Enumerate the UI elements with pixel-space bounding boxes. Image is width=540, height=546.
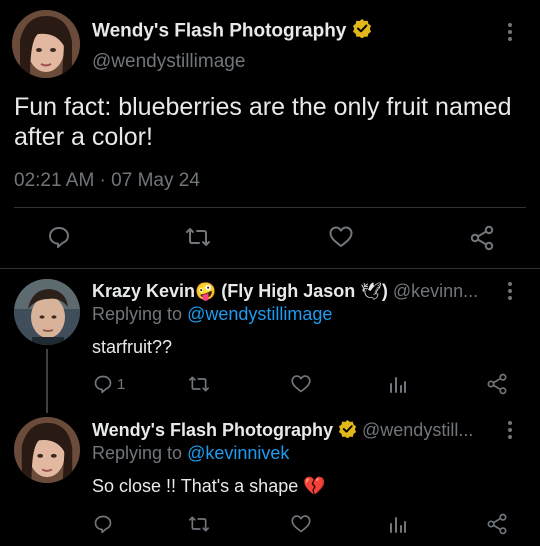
like-icon[interactable] bbox=[290, 514, 312, 534]
reply2-text: So close !! That's a shape bbox=[92, 476, 299, 496]
like-icon[interactable] bbox=[290, 374, 312, 394]
replying-to-handle[interactable]: @wendystillimage bbox=[187, 304, 332, 324]
reply1-replying-to: Replying to @wendystillimage bbox=[92, 303, 332, 325]
reply-icon[interactable] bbox=[47, 225, 71, 249]
broken-heart-emoji: 💔 bbox=[303, 476, 326, 496]
reply1-display-name-mid: (Fly High Jason bbox=[216, 281, 361, 301]
main-handle[interactable]: @wendystillimage bbox=[92, 50, 245, 74]
avatar-kevin[interactable] bbox=[14, 279, 80, 345]
replying-to-label: Replying to bbox=[92, 443, 183, 463]
more-options-icon[interactable] bbox=[506, 22, 514, 46]
main-display-name[interactable]: Wendy's Flash Photography bbox=[92, 21, 346, 42]
verified-badge-icon bbox=[352, 18, 372, 45]
retweet-icon[interactable] bbox=[188, 374, 210, 394]
reply1-display-name-post: ) bbox=[381, 281, 388, 301]
more-options-icon[interactable] bbox=[506, 420, 514, 445]
avatar-wendy[interactable] bbox=[14, 417, 80, 483]
zany-face-emoji: 🤪 bbox=[195, 282, 217, 301]
share-icon[interactable] bbox=[469, 225, 495, 251]
reply-icon bbox=[93, 374, 113, 394]
more-options-icon[interactable] bbox=[506, 281, 514, 306]
reply1-author-row: Krazy Kevin🤪 (Fly High Jason 🕊) @kevinn.… bbox=[92, 280, 478, 303]
reply1-handle[interactable]: @kevinn... bbox=[393, 281, 478, 301]
reply-button[interactable]: 1 bbox=[93, 374, 125, 394]
avatar-wendy[interactable] bbox=[12, 10, 80, 78]
reply-count: 1 bbox=[117, 375, 126, 393]
replying-to-handle[interactable]: @kevinnivek bbox=[187, 443, 289, 463]
reply2-replying-to: Replying to @kevinnivek bbox=[92, 442, 289, 464]
stats-icon[interactable] bbox=[389, 514, 407, 534]
main-timestamp[interactable]: 02:21 AM · 07 May 24 bbox=[14, 169, 200, 193]
reply1-display-name[interactable]: Krazy Kevin bbox=[92, 281, 195, 301]
reply1-text: starfruit?? bbox=[92, 337, 173, 357]
reply-icon[interactable] bbox=[93, 514, 113, 534]
divider bbox=[0, 268, 540, 269]
stats-icon[interactable] bbox=[389, 374, 407, 394]
reply2-text-row: So close !! That's a shape 💔 bbox=[92, 475, 326, 497]
share-icon[interactable] bbox=[486, 513, 508, 535]
verified-badge-icon bbox=[338, 419, 357, 443]
main-tweet-text: Fun fact: blueberries are the only fruit… bbox=[14, 93, 512, 151]
main-author-row: Wendy's Flash Photography bbox=[92, 18, 372, 45]
replying-to-label: Replying to bbox=[92, 304, 183, 324]
like-icon[interactable] bbox=[328, 225, 354, 249]
thread-line bbox=[46, 349, 48, 413]
dove-emoji: 🕊 bbox=[360, 282, 382, 301]
retweet-icon[interactable] bbox=[185, 225, 211, 249]
retweet-icon[interactable] bbox=[188, 514, 210, 534]
share-icon[interactable] bbox=[486, 373, 508, 395]
divider bbox=[14, 207, 526, 208]
reply2-display-name[interactable]: Wendy's Flash Photography bbox=[92, 420, 333, 440]
reply2-handle[interactable]: @wendystill... bbox=[362, 420, 473, 440]
reply2-author-row: Wendy's Flash Photography @wendystill... bbox=[92, 419, 473, 443]
